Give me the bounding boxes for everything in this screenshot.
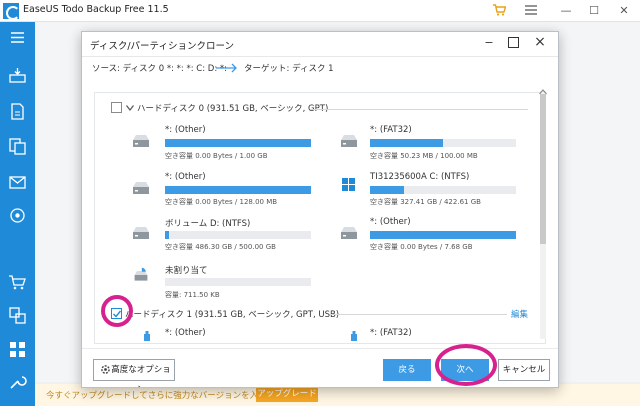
app-window: EaseUS Todo Backup Free 11.5 — ☐ ✕ 今すぐアッ… <box>0 0 640 406</box>
sidebar-mail-backup-icon[interactable] <box>8 172 27 191</box>
disk-list-panel: ハードディスク 0 (931.51 GB, ベーシック, GPT) *: (Ot… <box>94 92 546 344</box>
disk0-checkbox[interactable] <box>111 102 122 113</box>
partition-usage-fill <box>165 231 170 239</box>
arrow-right-icon <box>216 63 237 73</box>
dialog-separator <box>82 56 558 57</box>
sidebar-apps-icon[interactable] <box>8 340 27 359</box>
sidebar-wrench-icon[interactable] <box>8 372 27 391</box>
disk0-header[interactable]: ハードディスク 0 (931.51 GB, ベーシック, GPT) <box>137 102 328 114</box>
sidebar-disk-backup-icon[interactable] <box>8 66 27 85</box>
menu-icon[interactable] <box>524 3 538 17</box>
partition-name[interactable]: *: (Other) <box>165 328 206 338</box>
dialog-title: ディスク/パーティションクローン <box>90 41 234 52</box>
advanced-options-button[interactable]: 高度なオプション <box>93 359 175 387</box>
sidebar <box>0 22 35 406</box>
usb-drive-icon <box>351 331 357 341</box>
partition-name[interactable]: *: (FAT32) <box>370 328 412 338</box>
partition-info: 空き容量 486.30 GB / 500.00 GB <box>165 243 276 251</box>
sidebar-tools-icon[interactable] <box>8 306 27 325</box>
usb-drive-icon <box>144 331 150 341</box>
sidebar-file-backup-icon[interactable] <box>8 102 27 121</box>
partition-name[interactable]: 未割り当て <box>165 264 208 276</box>
dialog-minimize-button[interactable]: − <box>482 36 496 50</box>
target-label: ターゲット: ディスク 1 <box>244 64 334 74</box>
drive-icon <box>341 227 357 239</box>
partition-usage-fill <box>370 186 404 194</box>
sidebar-menu-icon[interactable] <box>8 28 27 47</box>
partition-info: 空き容量 327.41 GB / 422.61 GB <box>370 198 481 206</box>
app-close-button[interactable]: ✕ <box>614 2 634 20</box>
partition-usage-fill <box>370 139 443 147</box>
sidebar-smart-backup-icon[interactable] <box>8 206 27 225</box>
partition-info: 空き容量 0.00 Bytes / 7.68 GB <box>370 243 473 251</box>
partition-usage-bar <box>165 139 311 147</box>
sidebar-clone-icon[interactable] <box>8 137 27 156</box>
partition-usage-bar <box>165 186 311 194</box>
divider <box>310 109 528 110</box>
drive-icon <box>133 182 149 194</box>
unallocated-drive-icon <box>134 267 148 281</box>
advanced-options-label: 高度なオプション <box>111 365 171 387</box>
annotation-circle <box>435 344 497 386</box>
partition-usage-fill <box>165 186 311 194</box>
disk1-header[interactable]: ハードディスク 1 (931.51 GB, ベーシック, GPT, USB) <box>125 308 339 320</box>
sidebar-cart-icon[interactable] <box>8 273 27 292</box>
partition-info: 空き容量 0.00 Bytes / 128.00 MB <box>165 198 278 206</box>
partition-usage-bar <box>370 186 516 194</box>
drive-icon <box>341 135 357 147</box>
gear-icon <box>101 365 110 374</box>
app-logo-icon <box>3 3 20 20</box>
drive-icon <box>133 227 149 239</box>
windows-drive-icon <box>342 178 355 191</box>
cancel-button[interactable]: キャンセル <box>498 359 550 381</box>
partition-usage-bar <box>370 139 516 147</box>
partition-name[interactable]: TI31235600A C: (NTFS) <box>370 172 469 182</box>
partition-name[interactable]: *: (Other) <box>370 217 411 227</box>
partition-usage-bar <box>370 231 516 239</box>
drive-icon <box>133 135 149 147</box>
chevron-down-icon[interactable] <box>126 105 134 111</box>
partition-name[interactable]: *: (Other) <box>165 125 206 135</box>
partition-usage-fill <box>165 139 311 147</box>
app-minimize-button[interactable]: — <box>556 2 576 20</box>
app-maximize-button[interactable]: ☐ <box>584 2 604 20</box>
app-title: EaseUS Todo Backup Free 11.5 <box>23 4 169 15</box>
partition-name[interactable]: *: (FAT32) <box>370 125 412 135</box>
clone-dialog: ディスク/パーティションクローン − × ソース: ディスク 0 *: *: *… <box>81 31 559 388</box>
partition-info: 空き容量 50.23 MB / 100.00 MB <box>370 152 478 160</box>
partition-name[interactable]: ボリューム D: (NTFS) <box>165 217 250 229</box>
partition-info: 容量: 711.50 KB <box>165 291 220 299</box>
partition-usage-bar <box>165 231 311 239</box>
back-button[interactable]: 戻る <box>383 359 431 381</box>
dialog-maximize-button[interactable] <box>508 37 519 48</box>
partition-usage-fill <box>370 231 516 239</box>
divider <box>331 314 507 315</box>
upgrade-button[interactable]: アップグレード <box>256 386 318 402</box>
dialog-close-button[interactable]: × <box>532 34 548 50</box>
partition-info: 空き容量 0.00 Bytes / 1.00 GB <box>165 152 268 160</box>
annotation-circle <box>101 295 133 327</box>
scroll-up-icon[interactable] <box>539 89 547 95</box>
partition-name[interactable]: *: (Other) <box>165 172 206 182</box>
partition-usage-bar <box>165 278 311 286</box>
list-scroll-thumb[interactable] <box>540 94 546 244</box>
app-titlebar: EaseUS Todo Backup Free 11.5 — ☐ ✕ <box>0 0 640 22</box>
edit-link[interactable]: 編集 <box>511 308 528 320</box>
source-label: ソース: ディスク 0 *: *: *: C: D: *: <box>92 64 228 74</box>
cart-icon[interactable] <box>493 4 506 16</box>
